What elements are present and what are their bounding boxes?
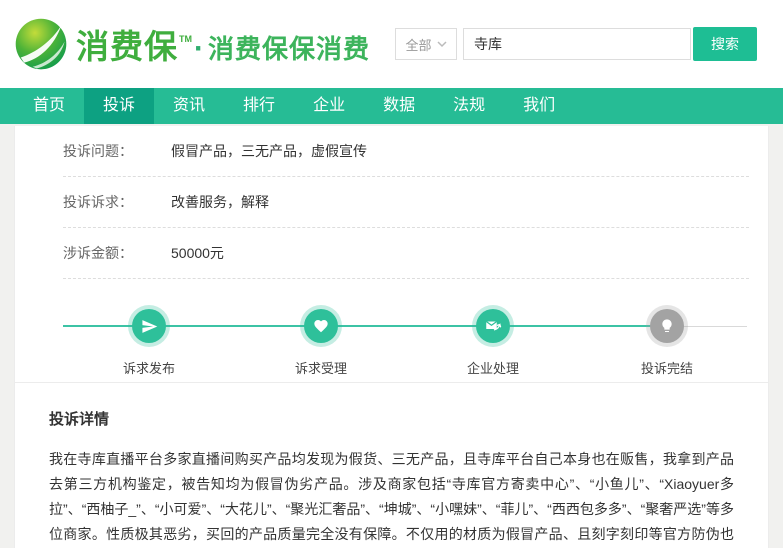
detail-title: 投诉详情 xyxy=(49,408,734,429)
row-value: 改善服务，解释 xyxy=(171,192,269,212)
detail-body: 我在寺库直播平台多家直播间购买产品均发现为假货、三无产品，且寺库平台自己本身也在… xyxy=(49,447,734,548)
nav-item-news[interactable]: 资讯 xyxy=(154,88,224,124)
logo-tagline: 消费保保消费 xyxy=(208,29,370,66)
site-header: 消费保 TM · 消费保保消费 全部 搜索 xyxy=(0,0,783,88)
logo-title: 消费保 xyxy=(76,20,178,68)
nav-item-about[interactable]: 我们 xyxy=(504,88,574,124)
row-label: 涉诉金额： xyxy=(63,243,171,263)
row-value: 50000元 xyxy=(171,243,224,263)
search-category-value: 全部 xyxy=(405,35,431,54)
logo-separator-dot: · xyxy=(194,32,204,66)
step-demand-published: 诉求发布 xyxy=(89,309,209,377)
step-complaint-closed: 投诉完结 xyxy=(607,309,727,377)
complaint-amount-row: 涉诉金额： 50000元 xyxy=(63,228,749,279)
chevron-down-icon xyxy=(437,41,447,48)
main-nav: 首页 投诉 资讯 排行 企业 数据 法规 我们 xyxy=(0,88,783,124)
row-label: 投诉诉求： xyxy=(63,192,171,212)
logo-icon xyxy=(14,17,68,71)
search-bar: 全部 搜索 xyxy=(395,27,757,61)
complaint-demand-row: 投诉诉求： 改善服务，解释 xyxy=(63,177,749,228)
trademark-symbol: TM xyxy=(179,34,192,44)
nav-item-data[interactable]: 数据 xyxy=(364,88,434,124)
nav-item-regulations[interactable]: 法规 xyxy=(434,88,504,124)
mail-reply-icon xyxy=(476,309,510,343)
search-category-select[interactable]: 全部 xyxy=(395,28,457,60)
nav-item-complaints[interactable]: 投诉 xyxy=(84,88,154,124)
logo[interactable]: 消费保 TM · 消费保保消费 xyxy=(14,17,370,71)
step-label: 诉求发布 xyxy=(89,358,209,377)
step-label: 诉求受理 xyxy=(261,358,381,377)
progress-steps: 诉求发布 诉求受理 企业处理 xyxy=(15,279,768,382)
row-value: 假冒产品，三无产品，虚假宣传 xyxy=(171,141,367,161)
lightbulb-icon xyxy=(650,309,684,343)
complaint-problem-row: 投诉问题： 假冒产品，三无产品，虚假宣传 xyxy=(63,126,749,177)
step-demand-accepted: 诉求受理 xyxy=(261,309,381,377)
nav-item-home[interactable]: 首页 xyxy=(14,88,84,124)
paper-plane-icon xyxy=(132,309,166,343)
step-company-processing: 企业处理 xyxy=(433,309,553,377)
heart-icon xyxy=(304,309,338,343)
main-content: 投诉问题： 假冒产品，三无产品，虚假宣传 投诉诉求： 改善服务，解释 涉诉金额：… xyxy=(0,126,783,548)
nav-item-rankings[interactable]: 排行 xyxy=(224,88,294,124)
step-label: 企业处理 xyxy=(433,358,553,377)
nav-item-enterprise[interactable]: 企业 xyxy=(294,88,364,124)
search-input[interactable] xyxy=(463,28,691,60)
row-label: 投诉问题： xyxy=(63,141,171,161)
complaint-detail-section: 投诉详情 我在寺库直播平台多家直播间购买产品均发现为假货、三无产品，且寺库平台自… xyxy=(14,383,769,548)
search-button[interactable]: 搜索 xyxy=(693,27,757,61)
step-label: 投诉完结 xyxy=(607,358,727,377)
complaint-summary-card: 投诉问题： 假冒产品，三无产品，虚假宣传 投诉诉求： 改善服务，解释 涉诉金额：… xyxy=(14,126,769,383)
